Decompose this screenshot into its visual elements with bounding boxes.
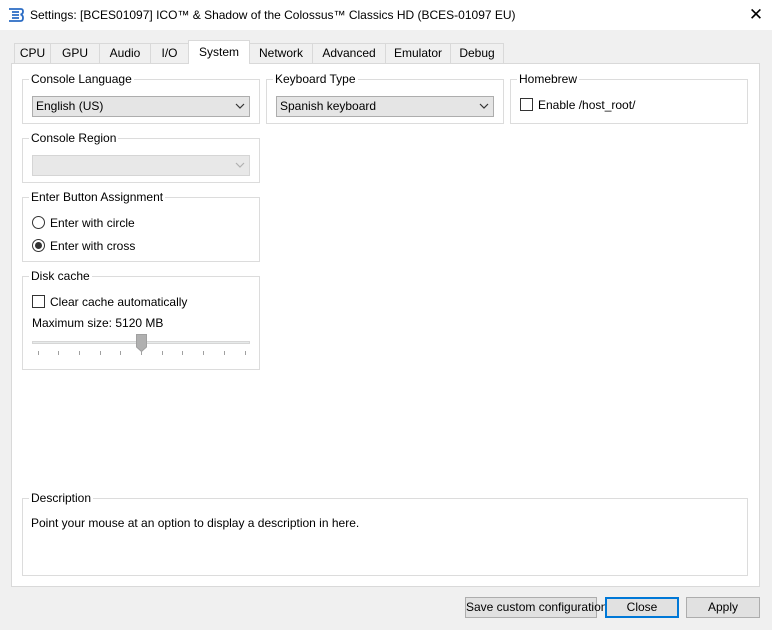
slider-tick [182, 351, 184, 355]
tab-advanced[interactable]: Advanced [312, 43, 386, 63]
disk-cache-label: Disk cache [29, 269, 92, 283]
enter-cross-label: Enter with cross [50, 239, 136, 253]
console-region-dropdown[interactable] [32, 155, 250, 176]
console-region-group: Console Region [22, 131, 260, 183]
keyboard-type-value: Spanish keyboard [280, 99, 377, 113]
chevron-down-icon [479, 103, 489, 109]
enable-host-root-label: Enable /host_root/ [538, 98, 636, 112]
slider-tick [78, 351, 80, 355]
tab-emulator[interactable]: Emulator [385, 43, 451, 63]
rpcs3-icon [9, 8, 24, 22]
cache-size-slider[interactable] [32, 333, 250, 359]
clear-cache-checkbox[interactable] [32, 295, 45, 308]
slider-tick [223, 351, 225, 355]
tab-network[interactable]: Network [249, 43, 313, 63]
keyboard-type-dropdown[interactable]: Spanish keyboard [276, 96, 494, 117]
tab-debug[interactable]: Debug [450, 43, 504, 63]
description-group: Description Point your mouse at an optio… [22, 491, 748, 576]
apply-button[interactable]: Apply [686, 597, 760, 618]
homebrew-group: Homebrew Enable /host_root/ [510, 72, 748, 124]
close-button[interactable]: Close [605, 597, 679, 618]
description-label: Description [29, 491, 94, 505]
tab-io[interactable]: I/O [150, 43, 189, 63]
slider-thumb[interactable] [135, 334, 147, 352]
slider-tick [141, 351, 142, 355]
close-icon[interactable]: ✕ [740, 0, 772, 30]
enter-cross-radio[interactable] [32, 239, 45, 252]
enter-button-group: Enter Button Assignment Enter with circl… [22, 190, 260, 262]
enter-circle-label: Enter with circle [50, 216, 135, 230]
save-custom-config-button[interactable]: Save custom configuration [465, 597, 607, 618]
console-language-dropdown[interactable]: English (US) [32, 96, 250, 117]
tab-audio[interactable]: Audio [99, 43, 151, 63]
enter-button-label: Enter Button Assignment [29, 190, 166, 204]
console-language-value: English (US) [36, 99, 104, 113]
chevron-down-icon [235, 103, 245, 109]
tab-system[interactable]: System [188, 40, 250, 64]
disk-cache-group: Disk cache Clear cache automatically Max… [22, 269, 260, 370]
slider-tick [244, 351, 246, 355]
console-language-label: Console Language [29, 72, 134, 86]
slider-tick [161, 351, 163, 355]
tab-gpu[interactable]: GPU [50, 43, 100, 63]
console-language-group: Console Language English (US) [22, 72, 260, 124]
window-title: Settings: [BCES01097] ICO™ & Shadow of t… [30, 8, 516, 22]
slider-tick [58, 351, 60, 355]
keyboard-type-label: Keyboard Type [273, 72, 358, 86]
slider-tick [120, 351, 122, 355]
description-text: Point your mouse at an option to display… [31, 516, 360, 530]
keyboard-type-group: Keyboard Type Spanish keyboard [266, 72, 504, 124]
enable-host-root-checkbox[interactable] [520, 98, 533, 111]
enter-circle-radio[interactable] [32, 216, 45, 229]
slider-tick [99, 351, 101, 355]
homebrew-label: Homebrew [517, 72, 580, 86]
chevron-down-icon [235, 162, 245, 168]
tab-cpu[interactable]: CPU [14, 43, 51, 63]
slider-tick [203, 351, 205, 355]
clear-cache-label: Clear cache automatically [50, 295, 188, 309]
slider-tick [37, 351, 39, 355]
console-region-label: Console Region [29, 131, 119, 145]
max-size-label: Maximum size: 5120 MB [32, 316, 164, 330]
